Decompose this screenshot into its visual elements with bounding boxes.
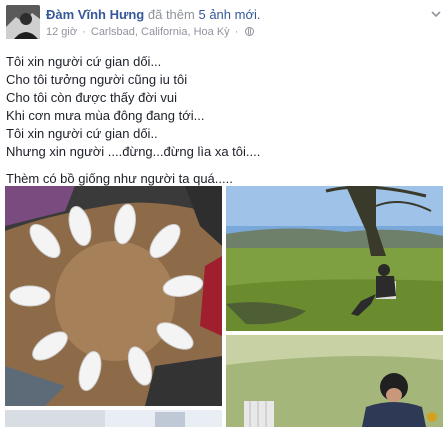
photo-shoes-circle[interactable] (5, 186, 222, 406)
meta-separator-2: · (234, 26, 239, 38)
post-action-text: đã thêm (147, 7, 195, 22)
meta-separator: · (82, 26, 86, 38)
avatar[interactable] (6, 5, 40, 39)
author-name-link[interactable]: Đàm Vĩnh Hưng (46, 7, 144, 22)
post-meta: 12 giờ · Carlsbad, California, Hoa Kỳ · (46, 26, 255, 38)
post-header: Đàm Vĩnh Hưng đã thêm 5 ảnh mới. 12 giờ … (0, 0, 448, 44)
message-line: Tôi xin người cứ gian dối.. (6, 126, 158, 141)
post-message: Tôi xin người cứ gian dối... Cho tôi tưở… (6, 53, 436, 188)
message-line: Tôi xin người cứ gian dối... (6, 54, 162, 69)
photo-count-link[interactable]: 5 ảnh mới. (198, 7, 260, 22)
message-line: Khi cơn mưa mùa đông đang tới... (6, 108, 205, 123)
chevron-down-icon[interactable] (430, 8, 442, 20)
photo-man-field[interactable] (226, 335, 443, 427)
photo-grid (0, 186, 448, 427)
photo-bottom-partial[interactable] (5, 410, 222, 427)
photo-man-sitting[interactable] (226, 186, 443, 331)
message-line: Cho tôi tưởng người cũng iu tôi (6, 72, 188, 87)
post-timestamp-link[interactable]: 12 giờ (46, 26, 77, 38)
post-author-line: Đàm Vĩnh Hưng đã thêm 5 ảnh mới. (46, 7, 260, 22)
message-line: Cho tôi còn được thấy đời vui (6, 90, 177, 105)
message-line: Nhưng xin người ....đừng...đừng lìa xa t… (6, 144, 261, 159)
location-link[interactable]: Carlsbad, California, Hoa Kỳ (91, 26, 230, 38)
globe-icon[interactable] (245, 27, 255, 36)
